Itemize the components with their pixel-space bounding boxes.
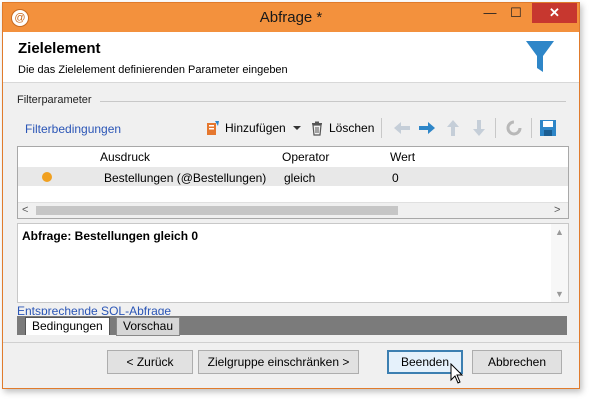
column-header-operator[interactable]: Operator (282, 150, 329, 164)
status-dot (42, 172, 52, 182)
scroll-left-icon[interactable]: < (22, 204, 28, 216)
scrollbar-thumb[interactable] (36, 206, 398, 215)
footer-divider (3, 342, 579, 343)
close-button[interactable]: ✕ (532, 3, 577, 23)
conditions-grid: Ausdruck Operator Wert Bestellungen (@Be… (17, 146, 569, 219)
scroll-right-icon[interactable]: > (554, 204, 560, 216)
vertical-scrollbar[interactable]: ▲ ▼ (551, 224, 568, 302)
row-value: 0 (392, 171, 399, 185)
sql-query-link[interactable]: Entsprechende SQL-Abfrage (17, 304, 171, 315)
section-divider (100, 101, 566, 102)
mouse-pointer-icon (450, 363, 464, 384)
column-header-value[interactable]: Wert (390, 150, 415, 164)
horizontal-scrollbar[interactable]: < > (18, 202, 568, 218)
query-window: @ Abfrage * — ☐ ✕ Zielelement Die das Zi… (2, 2, 580, 389)
column-header-expression[interactable]: Ausdruck (100, 150, 150, 164)
tab-preview[interactable]: Vorschau (116, 317, 181, 336)
query-text-area[interactable]: Abfrage: Bestellungen gleich 0 ▲ ▼ (17, 223, 569, 303)
add-button[interactable]: Hinzufügen (205, 118, 302, 138)
delete-button[interactable]: Löschen (309, 118, 374, 138)
query-text: Abfrage: Bestellungen gleich 0 (22, 229, 199, 243)
row-operator: gleich (284, 171, 316, 185)
row-expression: Bestellungen (@Bestellungen) (104, 171, 267, 185)
toolbar-separator (381, 118, 382, 138)
back-button[interactable]: < Zurück (107, 350, 193, 374)
scroll-down-icon[interactable]: ▼ (555, 289, 564, 299)
header-subtitle: Die das Zielelement definierenden Parame… (18, 64, 288, 76)
arrow-up-icon[interactable] (445, 119, 461, 137)
arrow-down-icon[interactable] (471, 119, 487, 137)
header-title: Zielelement (18, 40, 101, 57)
toolbar-separator (531, 118, 532, 138)
funnel-icon (526, 41, 554, 72)
toolbar-separator (495, 118, 496, 138)
cancel-button[interactable]: Abbrechen (472, 350, 562, 374)
add-condition-icon (207, 121, 219, 135)
filter-conditions-label: Filterbedingungen (25, 122, 122, 136)
dialog-header: Zielelement Die das Zielelement definier… (3, 32, 579, 83)
arrow-left-icon[interactable] (393, 120, 411, 136)
maximize-button[interactable]: ☐ (503, 3, 529, 23)
scroll-up-icon[interactable]: ▲ (555, 227, 564, 237)
minimize-button[interactable]: — (477, 3, 503, 23)
add-dropdown-icon[interactable] (292, 120, 302, 136)
tab-conditions[interactable]: Bedingungen (25, 317, 110, 335)
delete-button-label: Löschen (329, 121, 375, 135)
title-bar[interactable]: @ Abfrage * — ☐ ✕ (3, 3, 579, 32)
save-icon[interactable] (539, 119, 557, 137)
filter-parameter-label: Filterparameter (17, 94, 92, 106)
refresh-icon[interactable] (505, 119, 523, 137)
tab-bar: Bedingungen Vorschau (17, 316, 567, 336)
filter-toolbar: Filterbedingungen Hinzufügen Löschen (17, 115, 567, 141)
trash-icon (312, 121, 322, 136)
restrict-target-group-button[interactable]: Zielgruppe einschränken > (198, 350, 359, 374)
add-button-label: Hinzufügen (225, 121, 286, 135)
arrow-right-icon[interactable] (418, 120, 436, 136)
